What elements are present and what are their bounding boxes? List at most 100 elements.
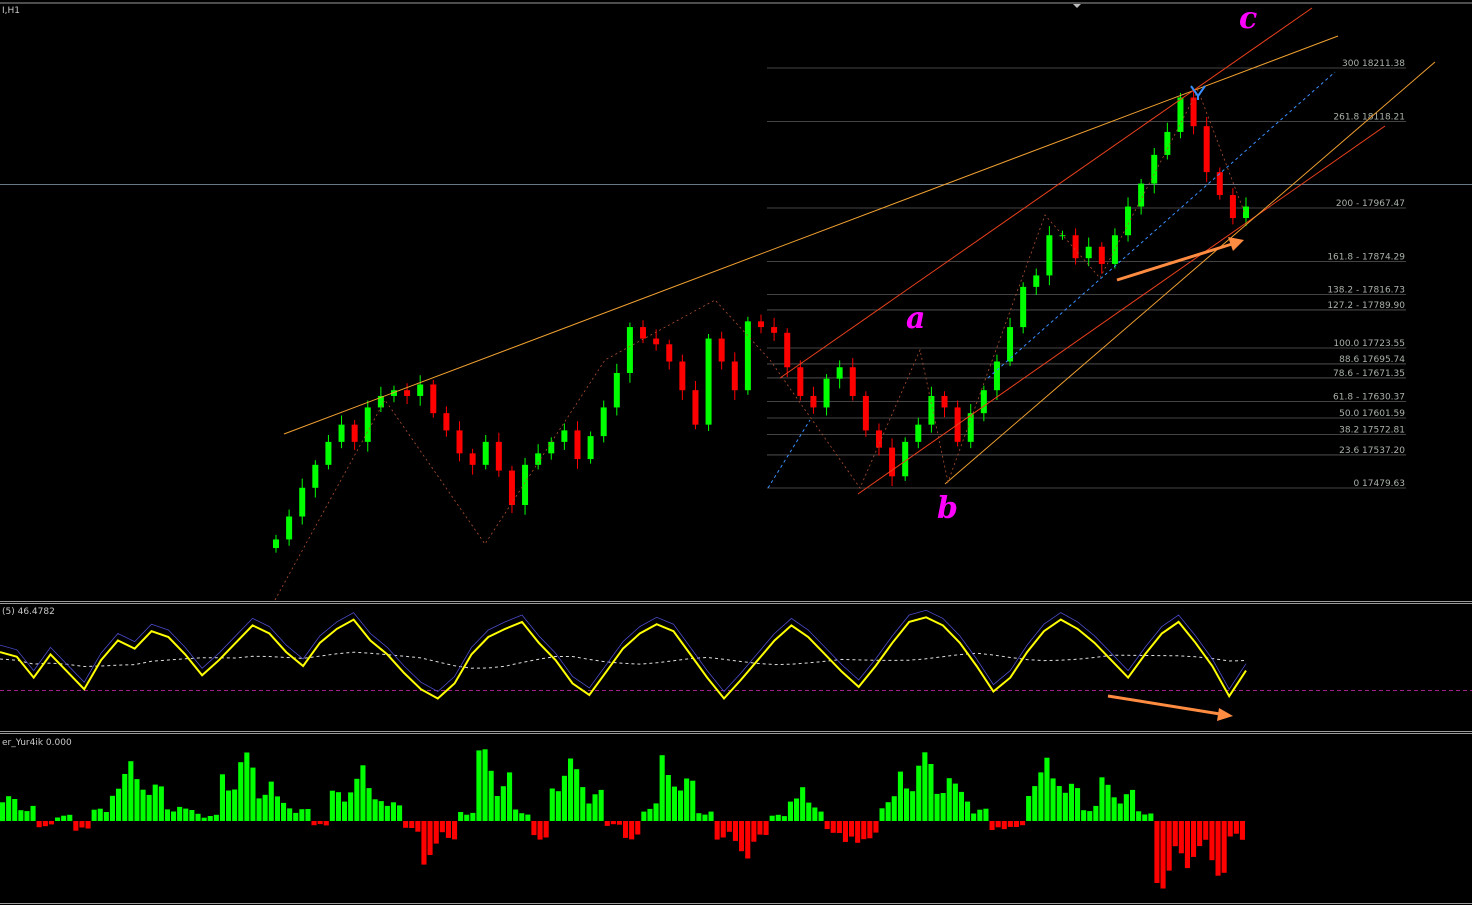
channel-upper-line [779,7,1313,379]
outer-channel-line [944,61,1436,485]
candle-body [1229,195,1236,219]
timeframe-label: I,H1 [2,6,20,16]
histogram-bar [452,821,458,840]
histogram-bar [1178,821,1184,854]
candle-body [771,327,778,333]
histogram-bar [751,821,757,842]
histogram-bar [372,799,378,821]
candle-body [836,367,843,379]
histogram-bar [390,802,396,821]
histogram-bar [678,790,684,821]
candle-body [299,487,306,517]
histogram-bar [1239,821,1245,840]
histogram-bar [67,814,73,821]
histogram-bar [1209,821,1215,861]
histogram-bar [598,789,604,821]
histogram-bar [1227,821,1233,837]
histogram-bar [855,821,861,843]
candle-body [587,436,594,460]
histogram-bar [287,808,293,821]
histogram-bar [134,779,140,821]
histogram-bar [244,752,250,821]
candle-body [862,395,869,431]
histogram-bar [641,811,647,821]
histogram-bar [219,774,225,821]
histogram-bar [696,813,702,821]
histogram-bar [806,802,812,821]
candle-body [1164,131,1171,155]
candle-body [1125,206,1132,236]
histogram-bar [348,792,354,821]
candle-body [613,372,620,408]
histogram-bar [1020,821,1026,826]
histogram-bar [1062,792,1068,821]
chart-canvas[interactable]: I,H1 300 18211.38 261.8 18118.21 200 - 179… [0,0,1472,905]
candle-body [705,338,712,425]
histogram-bar [1233,821,1239,834]
histogram-bar [403,821,409,828]
fib-level-label: 38.2 17572.81 [1339,426,1405,436]
histogram-bar [378,801,384,821]
histogram-bar [861,821,867,840]
histogram-bar [781,816,787,821]
histogram-bar [122,774,128,821]
histogram-bar [1136,811,1142,821]
histogram-bar [323,821,329,826]
histogram-bar [616,821,622,825]
oscillator-signal-line [0,651,1247,669]
histogram-bar [555,791,561,821]
histogram-bar [439,821,445,833]
histogram-label: er_Yur4ik 0.000 [2,738,72,748]
candle-body [1098,246,1105,264]
histogram-bar [464,814,470,821]
histogram-bar [897,771,903,821]
histogram-bar [238,762,244,821]
histogram-bar [360,765,366,821]
histogram-bar [274,796,280,821]
histogram-bar [507,772,513,821]
histogram-bar [268,781,274,821]
candle-body [915,424,922,442]
histogram-bar [494,796,500,821]
histogram-bar [281,802,287,821]
histogram-bar [928,764,934,821]
histogram-bar [684,778,690,821]
histogram-bar [592,794,598,821]
candle-body [561,430,568,442]
histogram-bar [177,806,183,821]
histogram-bar [708,811,714,821]
histogram-bar [940,793,946,821]
histogram-bar [726,821,732,832]
histogram-bar [702,814,708,821]
candle-body [548,441,555,454]
candle-body [456,430,463,454]
histogram-bar [610,821,616,825]
blue-dashed-line [987,71,1336,379]
histogram-bar [635,821,641,835]
histogram-bar [977,809,983,821]
histogram-bar [189,810,195,821]
histogram-bar [1093,805,1099,821]
oscillator-label: (5) 46.4782 [2,607,55,617]
trend-lines [274,7,1436,601]
histogram-bar [891,796,897,821]
histogram-bar [164,809,170,821]
candle-body [1138,183,1145,207]
candle-body [1059,235,1066,237]
candle-body [325,441,332,465]
histogram-bar [849,821,855,837]
histogram-bar [659,755,665,821]
oscillator-band-line [0,609,1247,693]
histogram-bar [543,821,549,838]
histogram-bar [800,787,806,821]
fib-level-label: 0 17479.63 [1353,479,1405,489]
histogram-bar [152,784,158,821]
histogram-bar [1166,821,1172,871]
histogram-bar [250,767,256,821]
histogram-bar [103,812,109,821]
histogram-bar [12,799,18,821]
candle-body [1243,206,1249,219]
histogram-bar [794,798,800,821]
candle-body [626,327,633,373]
candle-body [823,378,830,408]
